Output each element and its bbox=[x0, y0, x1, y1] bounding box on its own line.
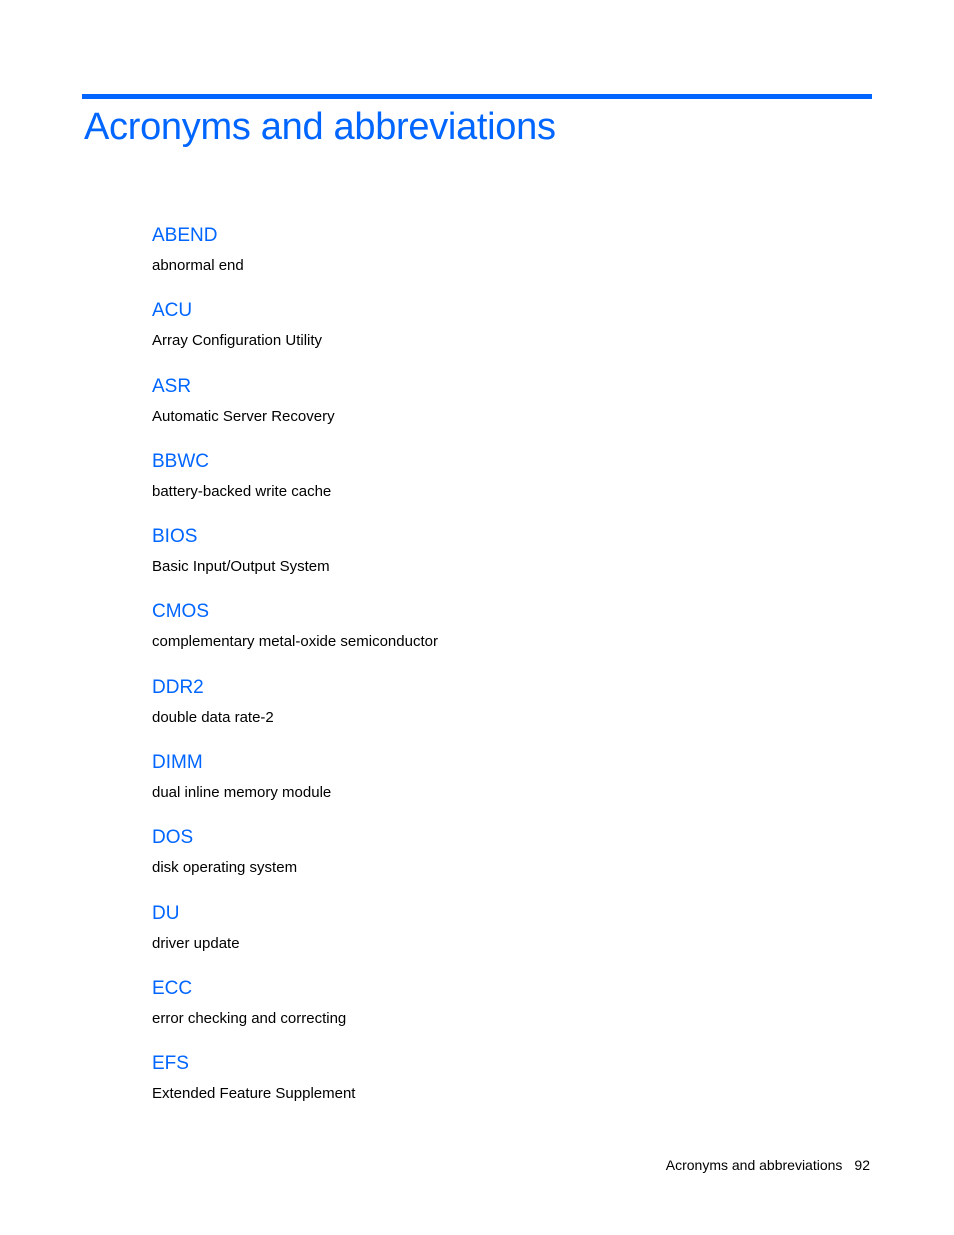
glossary-entry: DOS disk operating system bbox=[152, 826, 752, 901]
page-number: 92 bbox=[854, 1157, 870, 1173]
glossary-definition: Extended Feature Supplement bbox=[152, 1085, 356, 1103]
glossary-entry: BBWC battery-backed write cache bbox=[152, 450, 752, 525]
glossary-term: CMOS bbox=[152, 601, 209, 623]
glossary-term: DOS bbox=[152, 827, 194, 849]
glossary-definition: dual inline memory module bbox=[152, 784, 332, 802]
glossary-term: ACU bbox=[152, 300, 193, 322]
glossary-term: ASR bbox=[152, 375, 192, 397]
page-footer: Acronyms and abbreviations 92 bbox=[666, 1157, 870, 1173]
glossary-term: BBWC bbox=[152, 450, 209, 472]
glossary-definition: error checking and correcting bbox=[152, 1009, 347, 1027]
glossary-term: DIMM bbox=[152, 752, 203, 774]
glossary-definition: complementary metal-oxide semiconductor bbox=[152, 633, 438, 651]
glossary-term: ABEND bbox=[152, 225, 218, 246]
glossary-entry: CMOS complementary metal-oxide semicondu… bbox=[152, 600, 752, 675]
glossary-term: BIOS bbox=[152, 526, 198, 548]
glossary-entry: EFS Extended Feature Supplement bbox=[152, 1052, 752, 1127]
glossary-entry: ASR Automatic Server Recovery bbox=[152, 375, 752, 450]
glossary-entry: BIOS Basic Input/Output System bbox=[152, 525, 752, 600]
glossary-definition: Automatic Server Recovery bbox=[152, 407, 335, 425]
glossary-definition: Basic Input/Output System bbox=[152, 558, 330, 576]
page-title: Acronyms and abbreviations bbox=[84, 106, 556, 148]
glossary-definition: battery-backed write cache bbox=[152, 482, 332, 500]
glossary-definition: abnormal end bbox=[152, 257, 244, 274]
glossary-term: DDR2 bbox=[152, 676, 204, 698]
glossary-entry: ABEND abnormal end bbox=[152, 224, 752, 299]
glossary-term: EFS bbox=[152, 1053, 189, 1075]
glossary-definition: double data rate-2 bbox=[152, 708, 274, 726]
footer-section-title: Acronyms and abbreviations bbox=[665, 1157, 843, 1173]
glossary-term: DU bbox=[152, 902, 180, 924]
glossary-entry: ECC error checking and correcting bbox=[152, 977, 752, 1052]
glossary-entry: DU driver update bbox=[152, 902, 752, 977]
glossary-entry: DIMM dual inline memory module bbox=[152, 751, 752, 826]
glossary-entry: DDR2 double data rate-2 bbox=[152, 676, 752, 751]
glossary-list: ABEND abnormal end ACU Array Configurati… bbox=[152, 224, 752, 1128]
glossary-entry: ACU Array Configuration Utility bbox=[152, 299, 752, 374]
glossary-definition: disk operating system bbox=[152, 859, 298, 877]
glossary-definition: Array Configuration Utility bbox=[152, 332, 323, 350]
glossary-definition: driver update bbox=[152, 934, 240, 952]
title-rule bbox=[82, 94, 872, 99]
glossary-term: ECC bbox=[152, 977, 193, 999]
